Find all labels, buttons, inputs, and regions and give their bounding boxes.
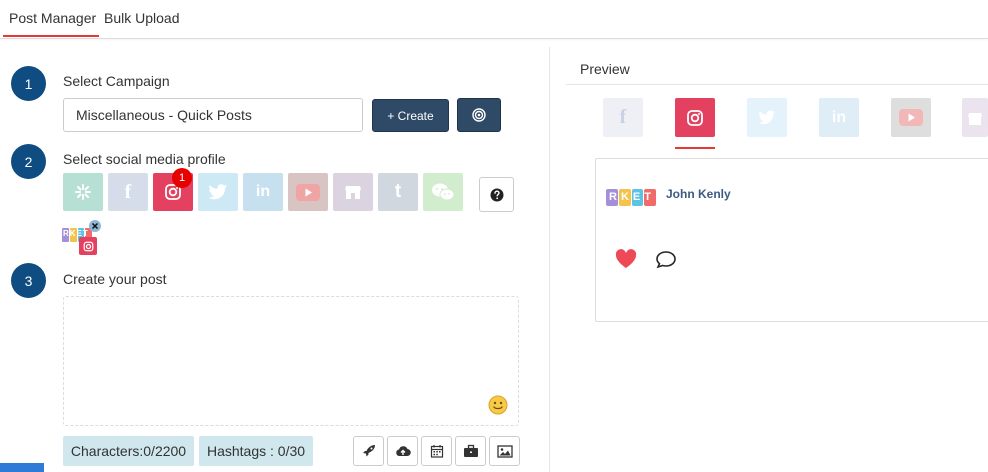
profile-linkedin[interactable]: in [243, 173, 283, 211]
remove-profile-button[interactable] [89, 220, 101, 232]
preview-tab-instagram[interactable] [675, 98, 715, 137]
help-button[interactable] [479, 177, 514, 212]
tab-bar: Post Manager Bulk Upload [0, 0, 988, 39]
profile-twitter[interactable] [198, 173, 238, 211]
image-button[interactable] [489, 436, 520, 466]
selected-profile-instagram-icon [79, 237, 97, 255]
step-2-label: Select social media profile [63, 151, 226, 167]
tab-post-manager[interactable]: Post Manager [9, 10, 96, 26]
step-2-circle: 2 [11, 144, 46, 179]
instagram-selected-badge: 1 [172, 168, 192, 188]
create-campaign-button[interactable]: + Create [372, 99, 449, 132]
preview-avatar-text: RKET [609, 191, 655, 203]
preview-title: Preview [580, 61, 630, 77]
spark-icon [75, 184, 91, 200]
preview-tab-linkedin[interactable]: in [819, 98, 859, 137]
preview-tab-youtube[interactable] [891, 98, 931, 137]
preview-linkedin-icon: in [831, 108, 847, 126]
target-icon [472, 108, 486, 122]
panel-divider [549, 47, 550, 472]
preview-youtube-icon [899, 109, 923, 126]
image-icon [496, 444, 513, 458]
preview-avatar: RKET [606, 185, 656, 207]
post-textarea[interactable] [63, 296, 519, 426]
preview-active-indicator [675, 147, 715, 149]
profile-wechat[interactable] [423, 173, 463, 211]
step-1-label: Select Campaign [63, 73, 170, 89]
tab-bulk-upload[interactable]: Bulk Upload [104, 10, 180, 26]
target-button[interactable] [457, 98, 501, 132]
twitter-icon [208, 184, 227, 200]
cloud-upload-icon [395, 446, 411, 457]
cloud-upload-button[interactable] [387, 436, 418, 466]
step-3-circle: 3 [11, 263, 46, 298]
preview-store-icon [968, 112, 982, 125]
profile-facebook[interactable]: f [108, 173, 148, 211]
youtube-icon [296, 183, 320, 201]
briefcase-icon [463, 444, 478, 457]
preview-tab-facebook[interactable]: f [603, 98, 643, 137]
facebook-icon: f [124, 180, 132, 203]
store-icon [345, 186, 361, 199]
wechat-icon [432, 183, 455, 201]
profile-google-business[interactable] [333, 173, 373, 211]
profile-youtube[interactable] [288, 173, 328, 211]
preview-username: John Kenly [666, 187, 731, 201]
preview-card: RKET [595, 158, 988, 322]
calendar-icon [430, 445, 443, 458]
hashtags-count: Hashtags : 0/30 [199, 436, 313, 466]
preview-twitter-icon [758, 110, 776, 125]
selected-profile[interactable]: RKET [62, 220, 102, 256]
publish-button[interactable] [353, 436, 384, 466]
preview-instagram-icon [687, 109, 703, 126]
preview-tab-google-business[interactable] [962, 98, 988, 137]
campaign-select[interactable]: Miscellaneous - Quick Posts [63, 98, 363, 132]
step-3-label: Create your post [63, 271, 167, 287]
characters-count: Characters:0/2200 [63, 436, 194, 466]
preview-facebook-icon: f [619, 106, 627, 128]
preview-tab-twitter[interactable] [747, 98, 787, 137]
heart-icon[interactable] [615, 249, 637, 269]
tumblr-icon: t [394, 181, 402, 202]
step-1-circle: 1 [11, 66, 46, 101]
submit-button[interactable] [0, 463, 44, 472]
active-tab-indicator [3, 35, 99, 37]
schedule-button[interactable] [421, 436, 452, 466]
briefcase-button[interactable] [455, 436, 486, 466]
question-icon [490, 188, 503, 201]
campaign-select-value: Miscellaneous - Quick Posts [76, 107, 252, 123]
rocket-icon [362, 445, 375, 457]
profile-generic[interactable] [63, 173, 103, 211]
linkedin-icon: in [255, 183, 271, 200]
close-icon [91, 222, 99, 230]
emoji-icon[interactable] [488, 395, 508, 415]
profile-tumblr[interactable]: t [378, 173, 418, 211]
comment-icon[interactable] [655, 250, 677, 270]
preview-divider [566, 84, 988, 85]
